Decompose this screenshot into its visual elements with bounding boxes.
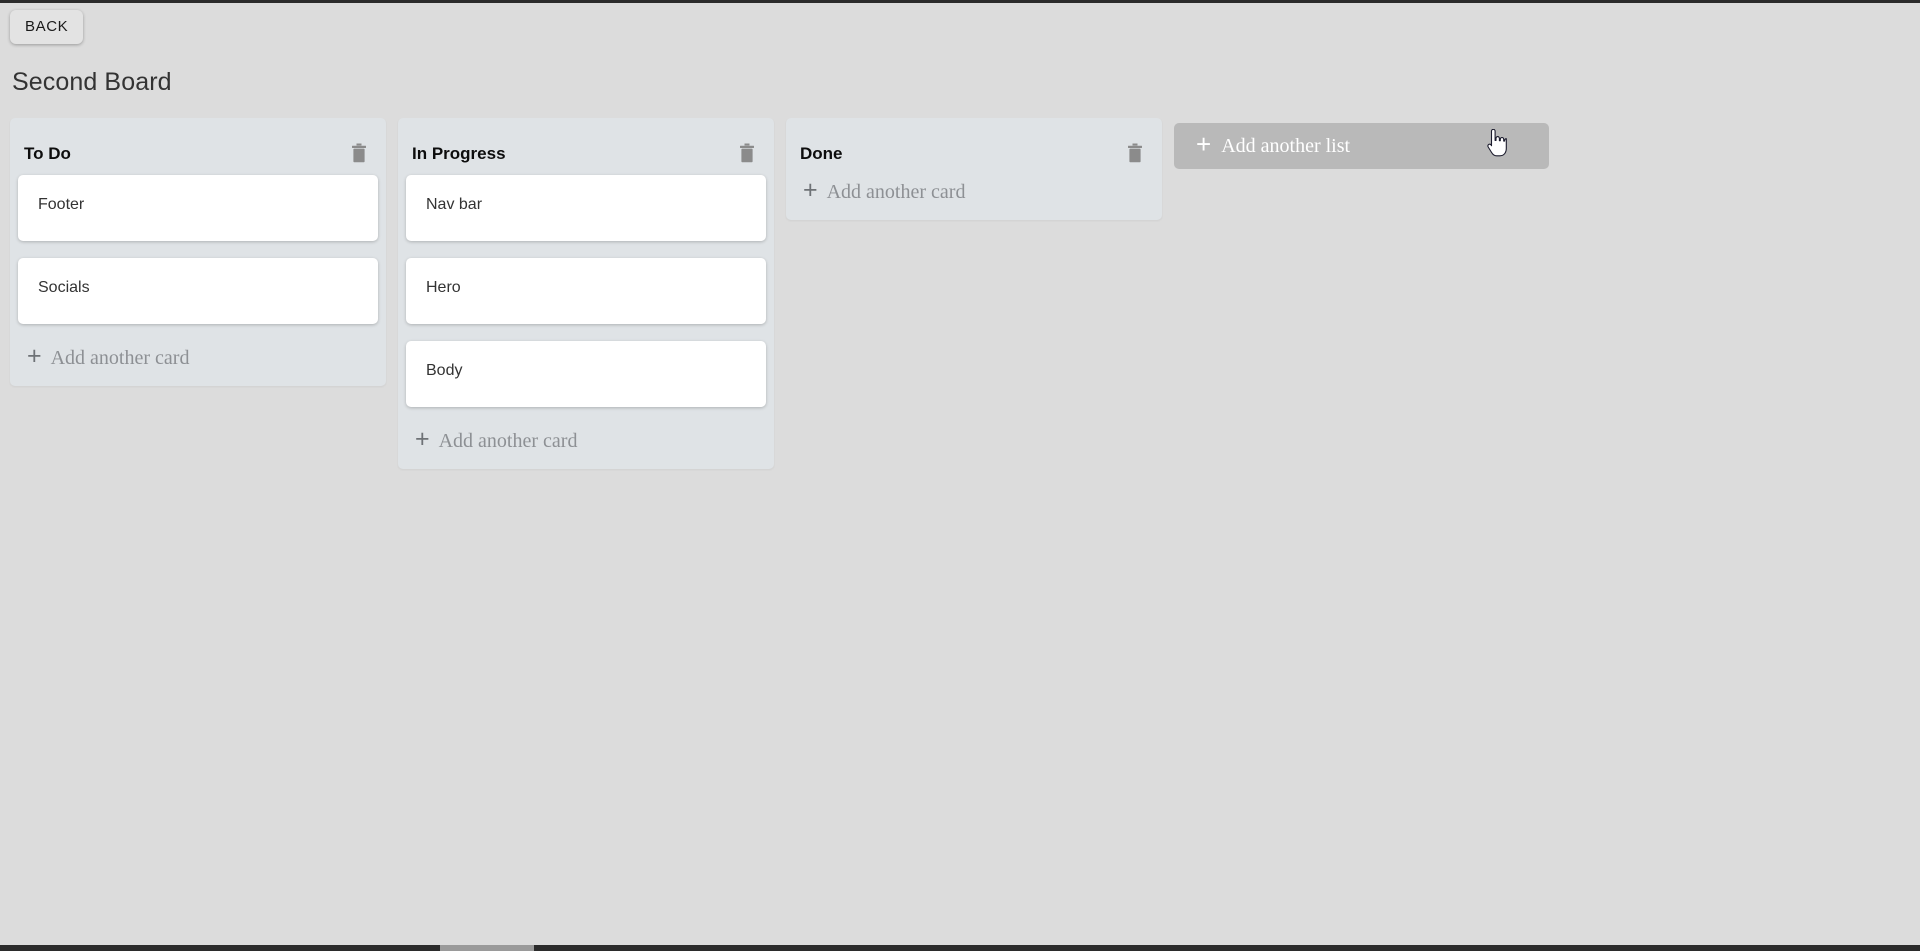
card-text: Nav bar [426,196,483,213]
list-column: In Progress Nav bar Hero Body + Add anot… [398,118,774,469]
back-button[interactable]: BACK [10,10,84,44]
plus-icon: + [415,425,430,453]
list-title: In Progress [412,143,506,163]
list-column: Done + Add another card [786,118,1162,220]
list-title: Done [800,143,843,163]
delete-list-button[interactable] [350,143,368,163]
card[interactable]: Hero [406,258,766,324]
card-text: Socials [38,279,90,296]
pointer-cursor-icon [1487,129,1507,157]
list-title: To Do [24,143,71,163]
trash-icon [1128,143,1142,163]
card-text: Footer [38,196,85,213]
list-column: To Do Footer Socials + Add another card [10,118,386,386]
board-lists-container: To Do Footer Socials + Add another card [10,118,1549,469]
add-card-label: Add another card [438,429,578,452]
add-card-button[interactable]: + Add another card [786,175,1162,212]
delete-list-button[interactable] [738,143,756,163]
plus-icon: + [27,342,42,370]
card-list: Nav bar Hero Body [398,175,774,407]
card-list: Footer Socials [10,175,386,324]
add-card-label: Add another card [826,180,966,203]
top-edge-rule [0,0,1920,3]
plus-icon: + [1196,129,1212,159]
trash-icon [740,143,754,163]
add-another-list-label: Add another list [1221,135,1351,157]
trash-icon [352,143,366,163]
scrollbar-thumb[interactable] [440,945,534,951]
card[interactable]: Nav bar [406,175,766,241]
card[interactable]: Footer [18,175,378,241]
card-text: Body [426,362,463,379]
delete-list-button[interactable] [1126,143,1144,163]
page-title: Second Board [12,68,172,96]
add-card-button[interactable]: + Add another card [398,424,774,461]
list-header: Done [786,118,1162,175]
topbar: BACK [10,10,84,44]
horizontal-scrollbar[interactable] [0,945,1920,951]
plus-icon: + [803,176,818,204]
card[interactable]: Body [406,341,766,407]
add-another-list-button[interactable]: + Add another list [1174,123,1549,169]
list-header: To Do [10,118,386,175]
card[interactable]: Socials [18,258,378,324]
list-header: In Progress [398,118,774,175]
add-card-button[interactable]: + Add another card [10,341,386,378]
add-card-label: Add another card [50,346,190,369]
card-text: Hero [426,279,461,296]
